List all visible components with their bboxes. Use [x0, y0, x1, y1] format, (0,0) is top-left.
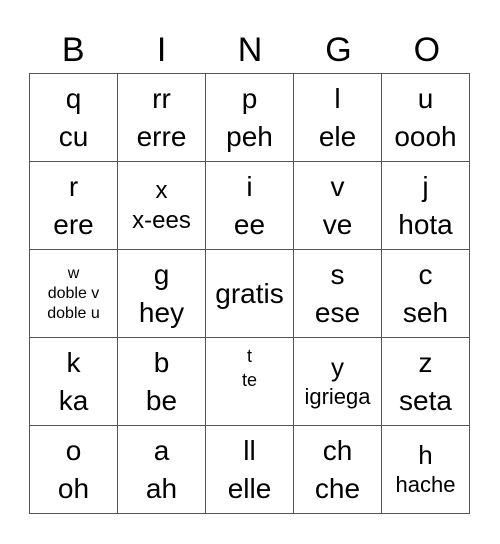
cell-letter: b: [153, 346, 170, 378]
bingo-cell[interactable]: r ere: [29, 161, 117, 249]
bingo-cell[interactable]: y igriega: [293, 337, 381, 425]
cell-letter: g: [153, 258, 170, 290]
header-letter-i: I: [156, 31, 167, 69]
cell-text: ka: [58, 384, 89, 416]
bingo-cell[interactable]: ch che: [293, 425, 381, 513]
cell-text: oh: [57, 472, 90, 504]
cell-text: hey: [138, 296, 185, 328]
bingo-cell[interactable]: ll elle: [205, 425, 293, 513]
header-letter-b: B: [61, 31, 85, 69]
bingo-cell[interactable]: b be: [117, 337, 205, 425]
bingo-card-grid: q cu rr erre p peh l ele u oooh r ere x x-ees i ee v ve j h…: [29, 73, 470, 514]
cell-letter: rr: [152, 82, 171, 114]
cell-text: ah: [145, 472, 178, 504]
bingo-cell[interactable]: rr erre: [117, 73, 205, 161]
bingo-cell[interactable]: v ve: [293, 161, 381, 249]
cell-letter: l: [334, 82, 341, 114]
bingo-cell[interactable]: o oh: [29, 425, 117, 513]
bingo-cell[interactable]: l ele: [293, 73, 381, 161]
header-letter-g: G: [325, 31, 352, 69]
cell-letter: ll: [243, 434, 256, 466]
cell-text: ere: [53, 208, 94, 240]
cell-letter: w: [67, 264, 80, 282]
cell-letter: ch: [322, 434, 353, 466]
bingo-cell[interactable]: h hache: [381, 425, 469, 513]
header-letter-o: O: [413, 31, 441, 69]
cell-text: hota: [398, 208, 453, 240]
cell-letter: j: [422, 170, 429, 202]
cell-letter: gratis: [215, 277, 284, 309]
bingo-cell[interactable]: i ee: [205, 161, 293, 249]
bingo-cell[interactable]: u oooh: [381, 73, 469, 161]
bingo-cell[interactable]: x x-ees: [117, 161, 205, 249]
cell-text: te: [241, 370, 257, 390]
cell-text: ele: [318, 120, 357, 152]
header-letter-n: N: [237, 31, 263, 69]
cell-text: igriega: [304, 383, 371, 409]
cell-letter: z: [418, 346, 433, 378]
cell-letter: t: [246, 346, 252, 366]
cell-letter: h: [418, 439, 433, 470]
cell-letter: r: [68, 170, 79, 202]
cell-text: be: [145, 384, 178, 416]
cell-letter: q: [65, 82, 82, 114]
bingo-cell[interactable]: c seh: [381, 249, 469, 337]
cell-text: oooh: [394, 120, 457, 152]
bingo-header: B I N G O: [29, 28, 471, 72]
cell-letter: p: [241, 82, 258, 114]
cell-text: hache: [395, 471, 456, 497]
bingo-cell[interactable]: j hota: [381, 161, 469, 249]
cell-letter: c: [418, 258, 433, 290]
cell-letter: a: [153, 434, 170, 466]
bingo-cell[interactable]: q cu: [29, 73, 117, 161]
cell-text: ve: [322, 208, 353, 240]
cell-text: seh: [402, 296, 449, 328]
cell-text: ee: [233, 208, 266, 240]
cell-letter: y: [331, 351, 344, 382]
cell-letter: v: [330, 170, 345, 202]
bingo-cell[interactable]: gratis: [205, 249, 293, 337]
bingo-cell[interactable]: g hey: [117, 249, 205, 337]
cell-letter: s: [330, 258, 345, 290]
cell-letter: o: [65, 434, 82, 466]
cell-text: ese: [314, 296, 361, 328]
cell-text: x-ees: [132, 206, 191, 234]
cell-text: doble v: [47, 284, 100, 302]
cell-text: doble u: [47, 304, 100, 322]
cell-text: elle: [227, 472, 272, 504]
bingo-cell[interactable]: a ah: [117, 425, 205, 513]
cell-letter: i: [246, 170, 253, 202]
cell-text: seta: [399, 384, 452, 416]
cell-letter: x: [155, 176, 168, 204]
cell-letter: k: [66, 346, 81, 378]
bingo-cell[interactable]: p peh: [205, 73, 293, 161]
cell-text: erre: [136, 120, 187, 152]
cell-text: che: [314, 472, 361, 504]
cell-letter: u: [417, 82, 434, 114]
cell-text: cu: [58, 120, 89, 152]
bingo-cell[interactable]: z seta: [381, 337, 469, 425]
bingo-cell[interactable]: t te: [205, 337, 293, 425]
bingo-cell[interactable]: s ese: [293, 249, 381, 337]
bingo-cell[interactable]: k ka: [29, 337, 117, 425]
cell-text: peh: [226, 120, 273, 152]
bingo-cell[interactable]: w doble v doble u: [29, 249, 117, 337]
